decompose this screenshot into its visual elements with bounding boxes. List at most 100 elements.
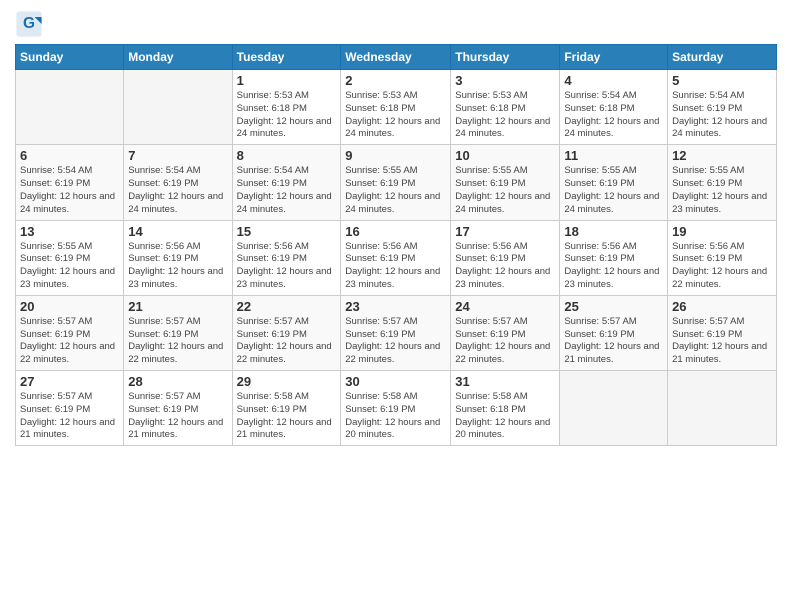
- calendar-week-5: 27 Sunrise: 5:57 AM Sunset: 6:19 PM Dayli…: [16, 371, 777, 446]
- day-number: 6: [20, 148, 119, 163]
- weekday-header-wednesday: Wednesday: [341, 45, 451, 70]
- calendar-cell: 19 Sunrise: 5:56 AM Sunset: 6:19 PM Dayli…: [668, 220, 777, 295]
- day-info: Sunrise: 5:55 AM Sunset: 6:19 PM Dayligh…: [672, 165, 772, 216]
- day-number: 5: [672, 73, 772, 88]
- day-number: 4: [564, 73, 663, 88]
- calendar-cell: 15 Sunrise: 5:56 AM Sunset: 6:19 PM Dayli…: [232, 220, 341, 295]
- day-info: Sunrise: 5:57 AM Sunset: 6:19 PM Dayligh…: [237, 316, 337, 367]
- day-info: Sunrise: 5:54 AM Sunset: 6:19 PM Dayligh…: [237, 165, 337, 216]
- day-info: Sunrise: 5:54 AM Sunset: 6:19 PM Dayligh…: [20, 165, 119, 216]
- day-number: 25: [564, 299, 663, 314]
- calendar-cell: 3 Sunrise: 5:53 AM Sunset: 6:18 PM Daylig…: [451, 70, 560, 145]
- day-info: Sunrise: 5:56 AM Sunset: 6:19 PM Dayligh…: [345, 241, 446, 292]
- calendar-cell: 17Sunrise: 5:56 AM Sunset: 6:19 PM Dayli…: [451, 220, 560, 295]
- calendar-cell: 6 Sunrise: 5:54 AM Sunset: 6:19 PM Daylig…: [16, 145, 124, 220]
- calendar-cell: [16, 70, 124, 145]
- day-info: Sunrise: 5:57 AM Sunset: 6:19 PM Dayligh…: [20, 391, 119, 442]
- calendar-cell: 9 Sunrise: 5:55 AM Sunset: 6:19 PM Daylig…: [341, 145, 451, 220]
- calendar-cell: 24 Sunrise: 5:57 AM Sunset: 6:19 PM Dayli…: [451, 295, 560, 370]
- calendar-week-1: 1 Sunrise: 5:53 AM Sunset: 6:18 PM Daylig…: [16, 70, 777, 145]
- calendar-cell: 30Sunrise: 5:58 AM Sunset: 6:19 PM Dayli…: [341, 371, 451, 446]
- weekday-header-sunday: Sunday: [16, 45, 124, 70]
- day-number: 9: [345, 148, 446, 163]
- calendar-cell: 10Sunrise: 5:55 AM Sunset: 6:19 PM Dayli…: [451, 145, 560, 220]
- calendar-cell: 16Sunrise: 5:56 AM Sunset: 6:19 PM Dayli…: [341, 220, 451, 295]
- day-info: Sunrise: 5:56 AM Sunset: 6:19 PM Dayligh…: [237, 241, 337, 292]
- calendar-cell: 26Sunrise: 5:57 AM Sunset: 6:19 PM Dayli…: [668, 295, 777, 370]
- day-info: Sunrise: 5:58 AM Sunset: 6:19 PM Dayligh…: [237, 391, 337, 442]
- calendar-cell: 8 Sunrise: 5:54 AM Sunset: 6:19 PM Daylig…: [232, 145, 341, 220]
- day-info: Sunrise: 5:57 AM Sunset: 6:19 PM Dayligh…: [564, 316, 663, 367]
- weekday-header-monday: Monday: [124, 45, 232, 70]
- day-number: 28: [128, 374, 227, 389]
- calendar-cell: 23Sunrise: 5:57 AM Sunset: 6:19 PM Dayli…: [341, 295, 451, 370]
- svg-text:G: G: [23, 15, 35, 32]
- logo-icon: G: [15, 10, 43, 38]
- calendar-cell: [124, 70, 232, 145]
- calendar-cell: 13Sunrise: 5:55 AM Sunset: 6:19 PM Dayli…: [16, 220, 124, 295]
- day-number: 29: [237, 374, 337, 389]
- day-info: Sunrise: 5:56 AM Sunset: 6:19 PM Dayligh…: [672, 241, 772, 292]
- day-number: 11: [564, 148, 663, 163]
- day-info: Sunrise: 5:57 AM Sunset: 6:19 PM Dayligh…: [455, 316, 555, 367]
- day-number: 24: [455, 299, 555, 314]
- calendar-cell: [668, 371, 777, 446]
- calendar-cell: 7 Sunrise: 5:54 AM Sunset: 6:19 PM Daylig…: [124, 145, 232, 220]
- weekday-header-row: SundayMondayTuesdayWednesdayThursdayFrid…: [16, 45, 777, 70]
- day-number: 3: [455, 73, 555, 88]
- day-number: 31: [455, 374, 555, 389]
- day-info: Sunrise: 5:56 AM Sunset: 6:19 PM Dayligh…: [564, 241, 663, 292]
- day-info: Sunrise: 5:53 AM Sunset: 6:18 PM Dayligh…: [237, 90, 337, 141]
- day-number: 7: [128, 148, 227, 163]
- calendar-cell: 27 Sunrise: 5:57 AM Sunset: 6:19 PM Dayli…: [16, 371, 124, 446]
- calendar-week-4: 20 Sunrise: 5:57 AM Sunset: 6:19 PM Dayli…: [16, 295, 777, 370]
- day-info: Sunrise: 5:57 AM Sunset: 6:19 PM Dayligh…: [128, 316, 227, 367]
- day-number: 21: [128, 299, 227, 314]
- day-number: 1: [237, 73, 337, 88]
- weekday-header-tuesday: Tuesday: [232, 45, 341, 70]
- day-number: 19: [672, 224, 772, 239]
- weekday-header-saturday: Saturday: [668, 45, 777, 70]
- weekday-header-friday: Friday: [560, 45, 668, 70]
- day-info: Sunrise: 5:54 AM Sunset: 6:18 PM Dayligh…: [564, 90, 663, 141]
- calendar-cell: 14 Sunrise: 5:56 AM Sunset: 6:19 PM Dayli…: [124, 220, 232, 295]
- calendar-cell: 22 Sunrise: 5:57 AM Sunset: 6:19 PM Dayli…: [232, 295, 341, 370]
- calendar-cell: 28 Sunrise: 5:57 AM Sunset: 6:19 PM Dayli…: [124, 371, 232, 446]
- day-number: 18: [564, 224, 663, 239]
- calendar-cell: 18 Sunrise: 5:56 AM Sunset: 6:19 PM Dayli…: [560, 220, 668, 295]
- day-info: Sunrise: 5:58 AM Sunset: 6:19 PM Dayligh…: [345, 391, 446, 442]
- day-info: Sunrise: 5:56 AM Sunset: 6:19 PM Dayligh…: [128, 241, 227, 292]
- day-number: 13: [20, 224, 119, 239]
- day-info: Sunrise: 5:57 AM Sunset: 6:19 PM Dayligh…: [20, 316, 119, 367]
- calendar-cell: 11Sunrise: 5:55 AM Sunset: 6:19 PM Dayli…: [560, 145, 668, 220]
- calendar-cell: 29 Sunrise: 5:58 AM Sunset: 6:19 PM Dayli…: [232, 371, 341, 446]
- calendar-cell: 2 Sunrise: 5:53 AM Sunset: 6:18 PM Daylig…: [341, 70, 451, 145]
- calendar-cell: 1 Sunrise: 5:53 AM Sunset: 6:18 PM Daylig…: [232, 70, 341, 145]
- day-number: 2: [345, 73, 446, 88]
- day-number: 8: [237, 148, 337, 163]
- day-number: 23: [345, 299, 446, 314]
- logo: G: [15, 10, 47, 38]
- day-number: 20: [20, 299, 119, 314]
- day-number: 27: [20, 374, 119, 389]
- day-info: Sunrise: 5:57 AM Sunset: 6:19 PM Dayligh…: [672, 316, 772, 367]
- day-info: Sunrise: 5:58 AM Sunset: 6:18 PM Dayligh…: [455, 391, 555, 442]
- calendar-cell: 25 Sunrise: 5:57 AM Sunset: 6:19 PM Dayli…: [560, 295, 668, 370]
- calendar-cell: 5Sunrise: 5:54 AM Sunset: 6:19 PM Daylig…: [668, 70, 777, 145]
- calendar-cell: 4 Sunrise: 5:54 AM Sunset: 6:18 PM Daylig…: [560, 70, 668, 145]
- calendar-cell: [560, 371, 668, 446]
- day-info: Sunrise: 5:56 AM Sunset: 6:19 PM Dayligh…: [455, 241, 555, 292]
- day-info: Sunrise: 5:53 AM Sunset: 6:18 PM Dayligh…: [345, 90, 446, 141]
- day-info: Sunrise: 5:54 AM Sunset: 6:19 PM Dayligh…: [128, 165, 227, 216]
- calendar-cell: 12 Sunrise: 5:55 AM Sunset: 6:19 PM Dayli…: [668, 145, 777, 220]
- day-number: 22: [237, 299, 337, 314]
- calendar-cell: 21 Sunrise: 5:57 AM Sunset: 6:19 PM Dayli…: [124, 295, 232, 370]
- day-info: Sunrise: 5:55 AM Sunset: 6:19 PM Dayligh…: [345, 165, 446, 216]
- day-number: 12: [672, 148, 772, 163]
- weekday-header-thursday: Thursday: [451, 45, 560, 70]
- day-number: 14: [128, 224, 227, 239]
- day-info: Sunrise: 5:57 AM Sunset: 6:19 PM Dayligh…: [128, 391, 227, 442]
- day-number: 10: [455, 148, 555, 163]
- day-info: Sunrise: 5:53 AM Sunset: 6:18 PM Dayligh…: [455, 90, 555, 141]
- day-number: 15: [237, 224, 337, 239]
